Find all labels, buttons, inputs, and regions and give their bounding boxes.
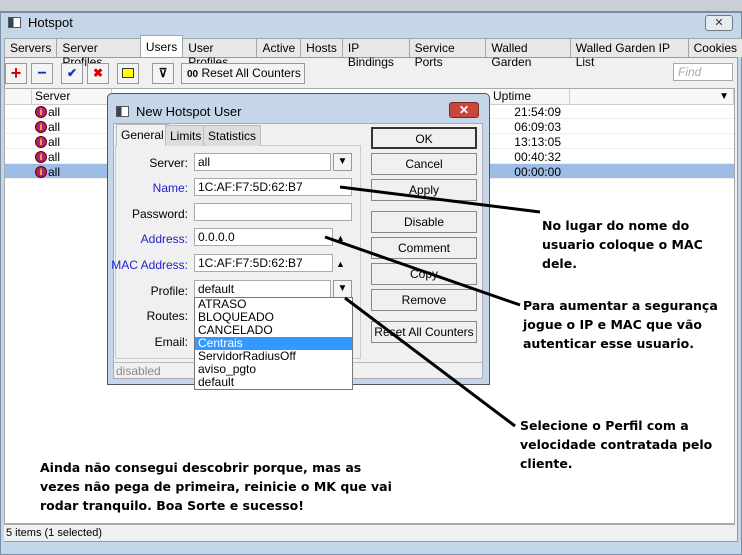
annotation-line-text: cliente. bbox=[520, 456, 573, 471]
annotation-line-text: Ainda não consegui descobrir porque, mas… bbox=[40, 460, 362, 475]
annotation-line-text: autenticar esse usuario. bbox=[523, 336, 694, 351]
annotation-line-text: rodar tranquilo. Boa Sorte e sucesso! bbox=[40, 498, 304, 513]
annotation-ip-note: Para aumentar a segurança jogue o IP e MA… bbox=[523, 296, 718, 353]
annotation-line-ip bbox=[324, 235, 521, 307]
annotation-line-text: Para aumentar a segurança bbox=[523, 298, 718, 313]
annotation-profile-note: Selecione o Perfil com a velocidade contr… bbox=[520, 416, 712, 473]
annotation-footer-note: Ainda não consegui descobrir porque, mas… bbox=[40, 458, 392, 515]
annotation-name-note: No lugar do nome do usuario coloque o MAC… bbox=[542, 216, 703, 273]
annotation-line-text: jogue o IP e MAC que vão bbox=[523, 317, 702, 332]
annotation-line-profile bbox=[344, 296, 516, 428]
annotation-line-text: velocidade contratada pelo bbox=[520, 437, 713, 452]
annotation-line-text: usuario coloque o MAC bbox=[542, 237, 703, 252]
annotation-line-text: Selecione o Perfil com a bbox=[520, 418, 689, 433]
annotation-line-text: dele. bbox=[542, 256, 577, 271]
annotation-line-name bbox=[339, 185, 541, 214]
annotation-line-text: No lugar do nome do bbox=[542, 218, 690, 233]
annotation-line-text: vezes não pega de primeira, reinicie o M… bbox=[40, 479, 392, 494]
